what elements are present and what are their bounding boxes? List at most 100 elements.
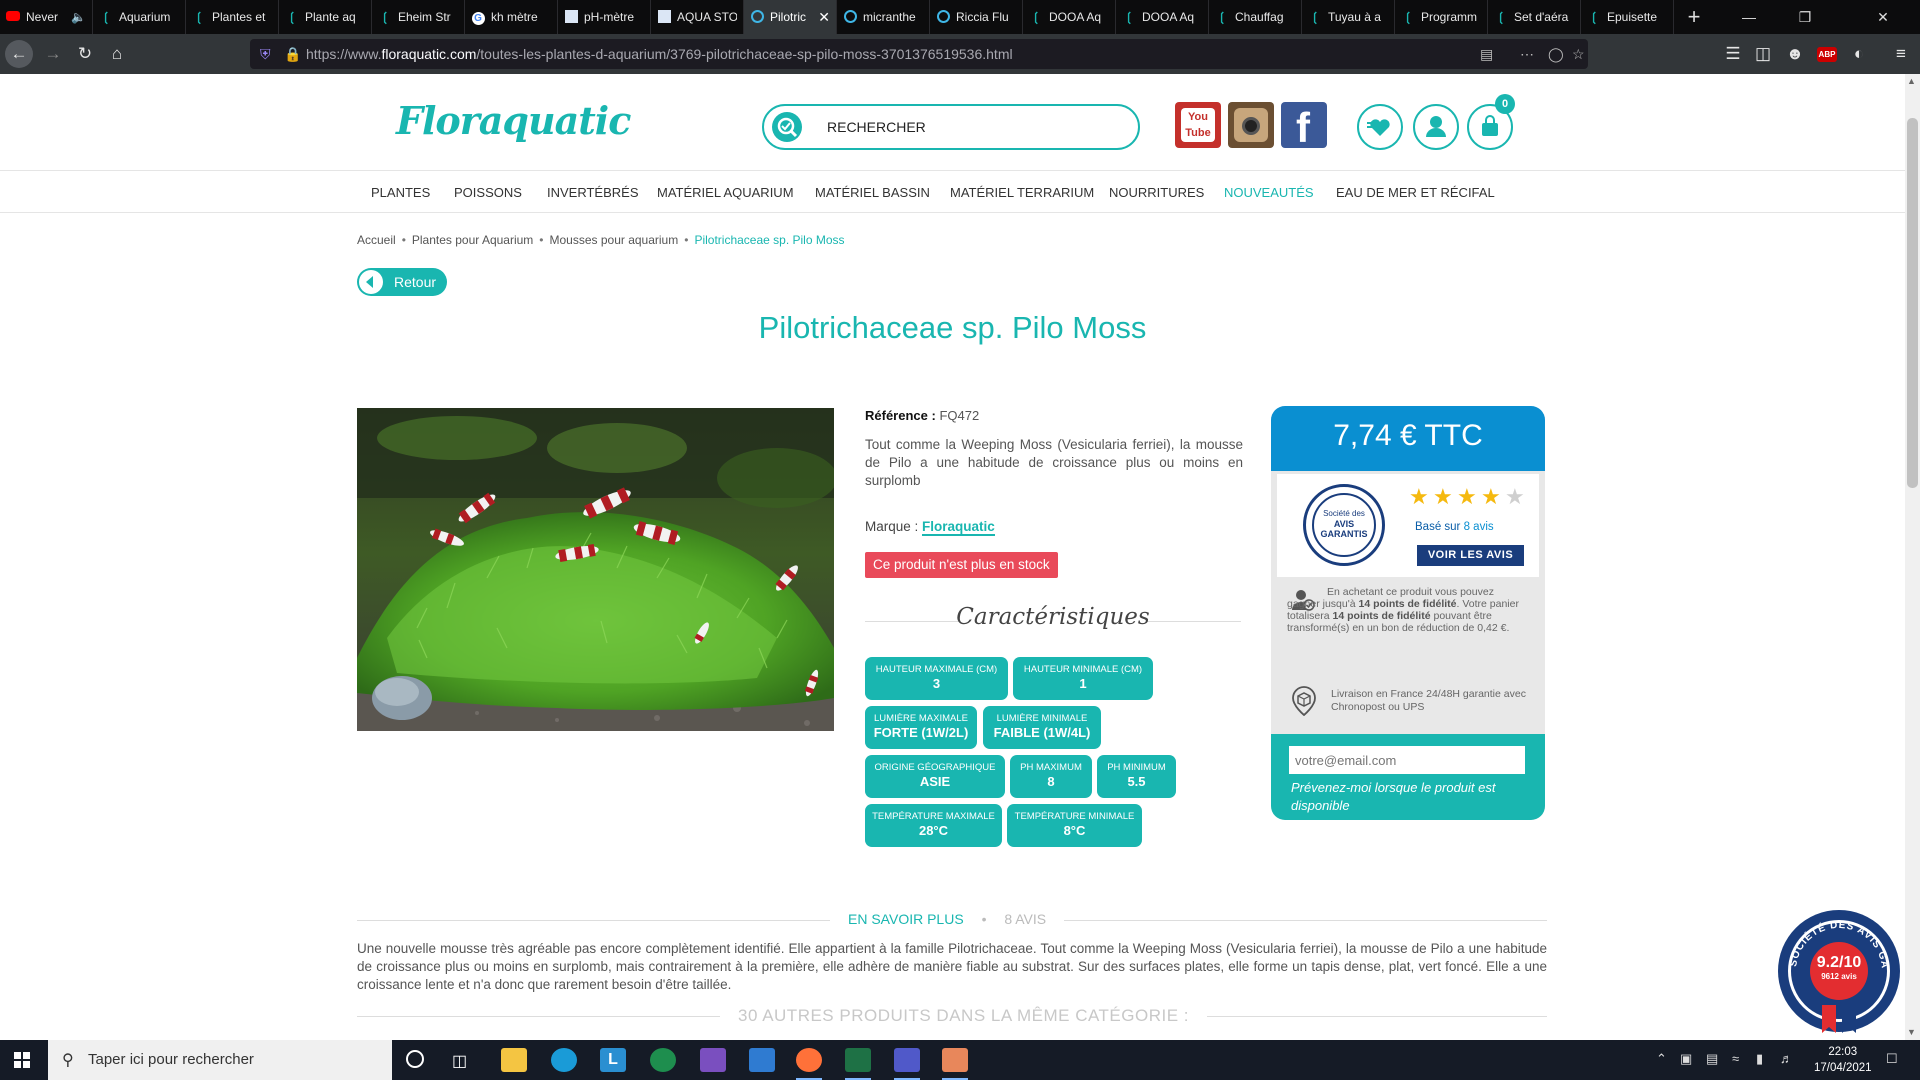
paint-app-icon[interactable]: [942, 1048, 968, 1080]
browser-tab[interactable]: micranthe: [837, 0, 930, 34]
browser-tab[interactable]: ❲ Plante aq: [279, 0, 372, 34]
taskbar-search[interactable]: ⚲ Taper ici pour rechercher: [48, 1040, 392, 1080]
new-tab-icon[interactable]: +: [1674, 0, 1714, 34]
bookmark-star-icon[interactable]: ☆: [1572, 46, 1585, 63]
menu-item[interactable]: EAU DE MER ET RÉCIFAL: [1336, 185, 1495, 200]
search-box[interactable]: RECHERCHER: [762, 104, 1140, 150]
search-icon[interactable]: [772, 112, 802, 142]
browser-tab[interactable]: Never 🔈: [0, 0, 93, 34]
library-icon[interactable]: ☰: [1718, 39, 1748, 69]
product-image[interactable]: [357, 408, 834, 731]
back-button[interactable]: Retour: [357, 268, 447, 296]
excel-icon[interactable]: [845, 1048, 871, 1080]
browser-tab[interactable]: ❲ DOOA Aq: [1116, 0, 1209, 34]
browser-tab[interactable]: ❲ Set d'aéra: [1488, 0, 1581, 34]
volume-icon[interactable]: ♬: [1780, 1051, 1793, 1066]
tab-reviews[interactable]: 8 AVIS: [1004, 911, 1046, 927]
adblock-icon[interactable]: ABP: [1812, 39, 1842, 69]
browser-tab[interactable]: ❲ Eheim Str: [372, 0, 465, 34]
teams-icon[interactable]: [894, 1048, 920, 1080]
menu-icon[interactable]: ≡: [1886, 39, 1916, 69]
tab-more-info[interactable]: EN SAVOIR PLUS: [848, 911, 964, 927]
photos-icon[interactable]: [749, 1048, 775, 1072]
page-actions-icon[interactable]: ⋯: [1520, 46, 1534, 63]
reviews-count-link[interactable]: 8 avis: [1464, 521, 1494, 533]
breadcrumb-item[interactable]: Plantes pour Aquarium: [412, 233, 533, 247]
url-bar[interactable]: ⛨ 🔒 https://www. floraquatic.com/toutes-l…: [250, 39, 1588, 69]
reload-icon[interactable]: ↻: [70, 39, 100, 69]
brand-link[interactable]: Floraquatic: [922, 519, 995, 536]
stock-alert-email-input[interactable]: [1289, 746, 1525, 774]
instagram-icon[interactable]: [1228, 102, 1274, 148]
wishlist-icon[interactable]: [1357, 104, 1403, 150]
tab-audio-icon[interactable]: 🔈: [71, 10, 86, 24]
back-icon[interactable]: ←: [5, 40, 33, 68]
browser-tab[interactable]: ❲ Plantes et: [186, 0, 279, 34]
file-explorer-icon[interactable]: [501, 1048, 527, 1072]
search-input[interactable]: RECHERCHER: [827, 119, 926, 135]
browser-tab[interactable]: AQUA STO: [651, 0, 744, 34]
browser-tab[interactable]: ❲ Aquarium: [93, 0, 186, 34]
notify-me-link[interactable]: Prévenez-moi lorsque le produit est disp…: [1291, 779, 1531, 815]
close-window-icon[interactable]: ✕: [1860, 0, 1906, 34]
breadcrumb-item[interactable]: Accueil: [357, 233, 396, 247]
lexique-app-icon[interactable]: L: [600, 1048, 626, 1072]
account-icon[interactable]: ☻: [1780, 39, 1810, 69]
user-account-icon[interactable]: [1413, 104, 1459, 150]
lock-icon[interactable]: 🔒: [284, 46, 301, 63]
wifi-icon[interactable]: ≈: [1732, 1051, 1739, 1066]
restore-icon[interactable]: ❐: [1782, 0, 1828, 34]
tracking-shield-icon[interactable]: ⛨: [260, 46, 271, 63]
browser-tab[interactable]: ❲ Chauffag: [1209, 0, 1302, 34]
taskbar-clock[interactable]: 22:03 17/04/2021: [1814, 1044, 1872, 1076]
home-icon[interactable]: ⌂: [102, 39, 132, 69]
minimize-icon[interactable]: —: [1726, 0, 1772, 34]
firefox-icon[interactable]: [796, 1048, 822, 1080]
youtube-icon[interactable]: You Tube: [1175, 102, 1221, 148]
wordpress-icon[interactable]: [650, 1048, 676, 1072]
menu-item[interactable]: POISSONS: [454, 185, 522, 200]
battery-icon[interactable]: ▮: [1756, 1051, 1763, 1067]
pocket-icon[interactable]: ◯: [1548, 46, 1564, 63]
browser-tab[interactable]: ❲ Tuyau à a: [1302, 0, 1395, 34]
messaging-app-icon[interactable]: [700, 1048, 726, 1072]
browser-tab[interactable]: Riccia Flu: [930, 0, 1023, 34]
cortana-icon[interactable]: [406, 1050, 424, 1068]
menu-item[interactable]: NOURRITURES: [1109, 185, 1204, 200]
sidebar-icon[interactable]: ◫: [1748, 39, 1778, 69]
tray-app2-icon[interactable]: ▤: [1706, 1051, 1718, 1067]
forward-icon[interactable]: →: [38, 39, 68, 69]
breadcrumb-item[interactable]: Mousses pour aquarium: [550, 233, 679, 247]
tab-close-icon[interactable]: ✕: [818, 9, 830, 26]
extension-icon[interactable]: ◐: [1844, 39, 1874, 69]
scrollbar-thumb[interactable]: [1907, 118, 1918, 488]
loyalty-points-text: En achetant ce produit vous pouvez gagne…: [1287, 586, 1519, 634]
task-view-icon[interactable]: ◫: [452, 1051, 467, 1071]
menu-item[interactable]: MATÉRIEL TERRARIUM: [950, 185, 1094, 200]
tray-app-icon[interactable]: ▣: [1680, 1051, 1692, 1067]
menu-item[interactable]: PLANTES: [371, 185, 430, 200]
site-logo[interactable]: Floraquatic: [396, 98, 631, 143]
see-reviews-button[interactable]: VOIR LES AVIS: [1417, 545, 1524, 566]
edge-icon[interactable]: [551, 1048, 577, 1072]
browser-tab[interactable]: Pilotric ✕: [744, 0, 837, 34]
windows-start-icon[interactable]: [14, 1052, 30, 1068]
notifications-icon[interactable]: ☐: [1886, 1051, 1898, 1067]
scroll-up-icon[interactable]: ▲: [1907, 76, 1916, 86]
menu-item[interactable]: MATÉRIEL AQUARIUM: [657, 185, 794, 200]
back-arrow-icon: [359, 270, 383, 294]
reader-view-icon[interactable]: ▤: [1480, 46, 1493, 63]
browser-tab[interactable]: pH-mètre: [558, 0, 651, 34]
facebook-icon[interactable]: f: [1281, 102, 1327, 151]
avis-garantis-seal-icon[interactable]: Société des AVIS GARANTIS: [1303, 484, 1385, 566]
scroll-down-icon[interactable]: ▼: [1907, 1027, 1916, 1037]
menu-item[interactable]: NOUVEAUTÉS: [1224, 185, 1314, 200]
browser-tab[interactable]: Gkh mètre: [465, 0, 558, 34]
menu-item[interactable]: MATÉRIEL BASSIN: [815, 185, 930, 200]
tray-expand-icon[interactable]: ⌃: [1656, 1051, 1667, 1067]
browser-tab[interactable]: ❲ Epuisette: [1581, 0, 1674, 34]
browser-tab[interactable]: ❲ Programm: [1395, 0, 1488, 34]
browser-tab-title: Pilotric: [770, 10, 807, 24]
menu-item[interactable]: INVERTÉBRÉS: [547, 185, 639, 200]
browser-tab[interactable]: ❲ DOOA Aq: [1023, 0, 1116, 34]
